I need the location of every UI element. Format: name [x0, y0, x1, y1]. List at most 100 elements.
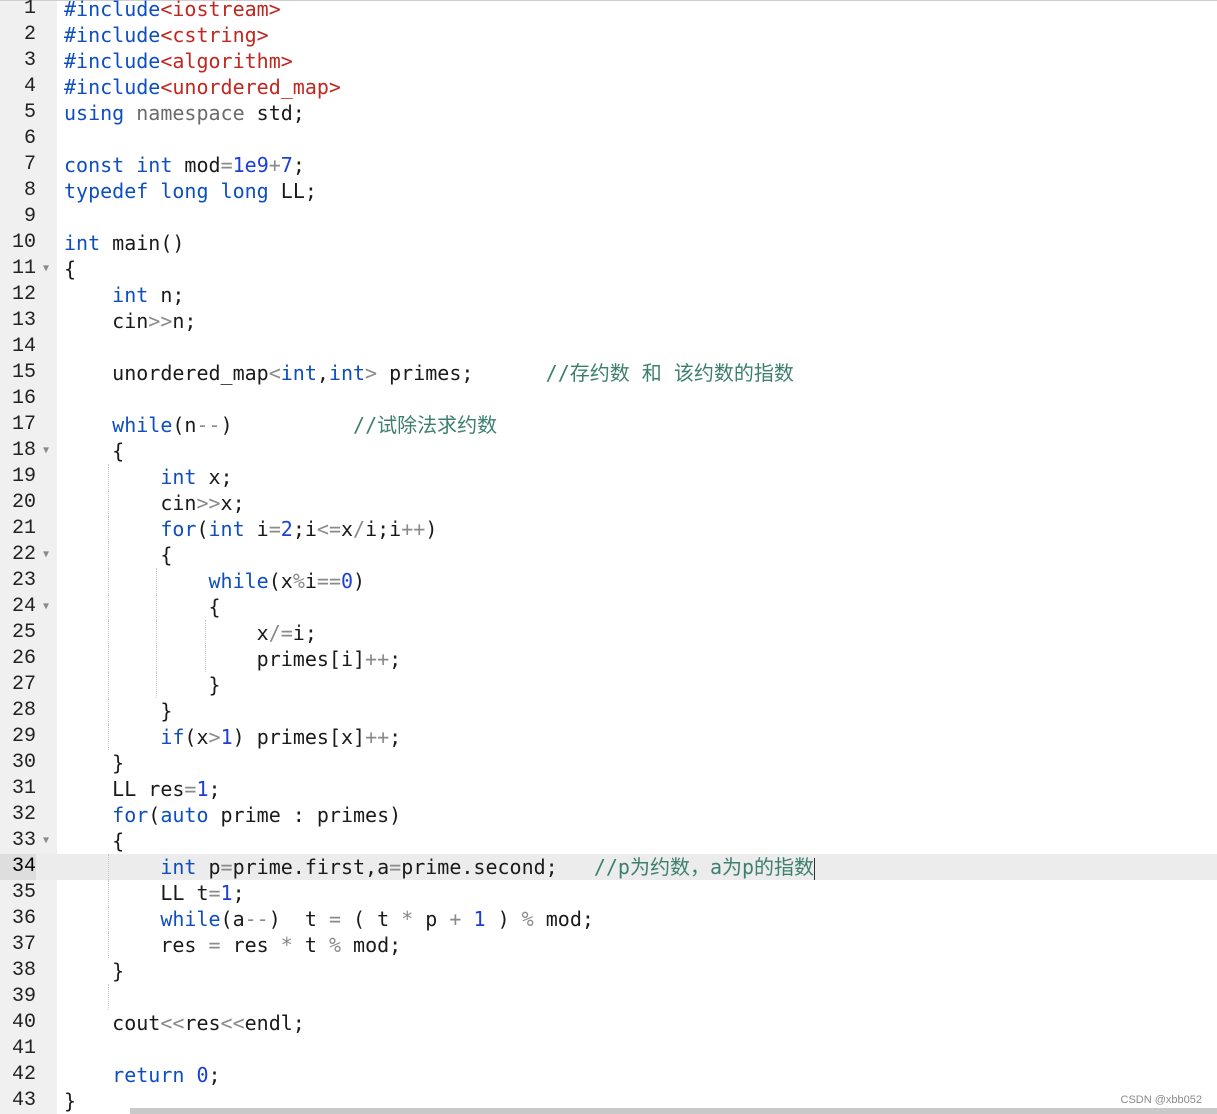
code-token: auto	[160, 803, 209, 827]
code-line[interactable]: 30 }	[0, 750, 1217, 776]
line-number: 2	[23, 23, 36, 46]
code-line[interactable]: 1 #include<iostream>	[0, 0, 1217, 22]
code-token: ;	[292, 153, 305, 177]
code-token: {	[64, 257, 77, 281]
code-token: =	[220, 153, 233, 177]
code-text: cin>>x;	[64, 490, 244, 516]
code-line[interactable]: 17 while(n--) //试除法求约数	[0, 412, 1217, 438]
code-line[interactable]: 19 int x;	[0, 464, 1217, 490]
code-line[interactable]: 8 typedef long long LL;	[0, 178, 1217, 204]
code-line[interactable]: 33 ▼ {	[0, 828, 1217, 854]
code-token: mod;	[533, 907, 594, 931]
code-text: {	[64, 438, 124, 464]
code-token: int	[112, 283, 149, 307]
code-token: i	[304, 569, 317, 593]
line-number: 25	[11, 621, 36, 644]
code-line[interactable]: 4 #include<unordered_map>	[0, 74, 1217, 100]
text-caret	[814, 857, 816, 880]
code-token: int	[328, 361, 366, 385]
fold-toggle-icon[interactable]: ▼	[41, 594, 51, 620]
horizontal-scrollbar[interactable]	[130, 1108, 1217, 1114]
fold-toggle-icon[interactable]: ▼	[41, 542, 51, 568]
code-token: LL;	[268, 179, 317, 203]
fold-toggle-icon[interactable]: ▼	[41, 256, 51, 282]
code-line[interactable]: 22 ▼ {	[0, 542, 1217, 568]
code-line[interactable]: 26 primes[i]++;	[0, 646, 1217, 672]
code-token: {	[64, 595, 221, 619]
code-line[interactable]: 5 using namespace std;	[0, 100, 1217, 126]
line-number: 4	[23, 75, 36, 98]
code-line[interactable]: 27 }	[0, 672, 1217, 698]
code-line[interactable]: 2 #include<cstring>	[0, 22, 1217, 48]
code-token: #include	[64, 0, 161, 21]
code-token: i;i	[365, 517, 402, 541]
code-token: )	[220, 413, 354, 437]
code-text: #include<cstring>	[64, 22, 269, 48]
code-line[interactable]: 42 return 0;	[0, 1062, 1217, 1088]
code-token: return	[112, 1063, 185, 1087]
code-line[interactable]: 29 if(x>1) primes[x]++;	[0, 724, 1217, 750]
code-line[interactable]: 39	[0, 984, 1217, 1010]
code-line[interactable]: 40 cout<<res<<endl;	[0, 1010, 1217, 1036]
line-number: 27	[11, 673, 36, 696]
code-text: #include<unordered_map>	[64, 74, 341, 100]
code-text: typedef long long LL;	[64, 178, 317, 204]
line-number: 5	[23, 101, 36, 124]
line-number: 13	[11, 309, 36, 332]
code-line[interactable]: 21 for(int i=2;i<=x/i;i++)	[0, 516, 1217, 542]
code-line[interactable]: 37 res = res * t % mod;	[0, 932, 1217, 958]
code-token: x	[341, 517, 354, 541]
code-line[interactable]: 3 #include<algorithm>	[0, 48, 1217, 74]
code-line[interactable]: 11 ▼ {	[0, 256, 1217, 282]
code-token: >	[365, 361, 378, 385]
code-text: while(n--) //试除法求约数	[64, 412, 497, 438]
code-token: x;	[196, 465, 233, 489]
code-line[interactable]: 9	[0, 204, 1217, 230]
code-line[interactable]: 6	[0, 126, 1217, 152]
code-line[interactable]: 7 const int mod=1e9+7;	[0, 152, 1217, 178]
code-token: =	[328, 907, 341, 931]
code-token: int	[160, 465, 197, 489]
code-line[interactable]: 32 for(auto prime : primes)	[0, 802, 1217, 828]
code-token: {	[64, 543, 173, 567]
code-line[interactable]: 14	[0, 334, 1217, 360]
code-line[interactable]: 35 LL t=1;	[0, 880, 1217, 906]
code-token: while	[160, 907, 221, 931]
code-token: (x	[268, 569, 293, 593]
code-text: }	[64, 672, 220, 698]
code-lines: 1 #include<iostream> 2 #include<cstring> 3 #i…	[0, 0, 1217, 1114]
code-editor[interactable]: 1 #include<iostream> 2 #include<cstring> 3 #i…	[0, 0, 1217, 1114]
code-token: /=	[268, 621, 293, 645]
code-line[interactable]: 24 ▼ {	[0, 594, 1217, 620]
code-token: (x	[184, 725, 209, 749]
code-line[interactable]: 31 LL res=1;	[0, 776, 1217, 802]
code-token: unordered_map	[64, 361, 269, 385]
code-token: >>	[196, 491, 221, 515]
code-line[interactable]: 38 }	[0, 958, 1217, 984]
code-text: return 0;	[64, 1062, 220, 1088]
code-token: ;	[389, 725, 402, 749]
code-line[interactable]: 13 cin>>n;	[0, 308, 1217, 334]
code-line[interactable]: 15 unordered_map<int,int> primes; //存约数 …	[0, 360, 1217, 386]
line-number: 32	[11, 803, 36, 826]
fold-toggle-icon[interactable]: ▼	[41, 438, 51, 464]
code-line[interactable]: 41	[0, 1036, 1217, 1062]
code-line[interactable]: 34 int p=prime.first,a=prime.second; //p…	[0, 854, 1217, 880]
code-token: int	[64, 231, 101, 255]
code-line[interactable]: 18 ▼ {	[0, 438, 1217, 464]
code-text: }	[64, 1088, 76, 1114]
code-line[interactable]: 36 while(a--) t = ( t * p + 1 ) % mod;	[0, 906, 1217, 932]
line-number: 43	[11, 1089, 36, 1112]
code-line[interactable]: 25 x/=i;	[0, 620, 1217, 646]
code-line[interactable]: 12 int n;	[0, 282, 1217, 308]
line-number: 35	[11, 881, 36, 904]
code-line[interactable]: 20 cin>>x;	[0, 490, 1217, 516]
fold-toggle-icon[interactable]: ▼	[41, 828, 51, 854]
code-line[interactable]: 10 int main()	[0, 230, 1217, 256]
code-token: }	[64, 699, 173, 723]
code-line[interactable]: 23 while(x%i==0)	[0, 568, 1217, 594]
code-line[interactable]: 28 }	[0, 698, 1217, 724]
code-text: {	[64, 594, 221, 620]
code-line[interactable]: 16	[0, 386, 1217, 412]
